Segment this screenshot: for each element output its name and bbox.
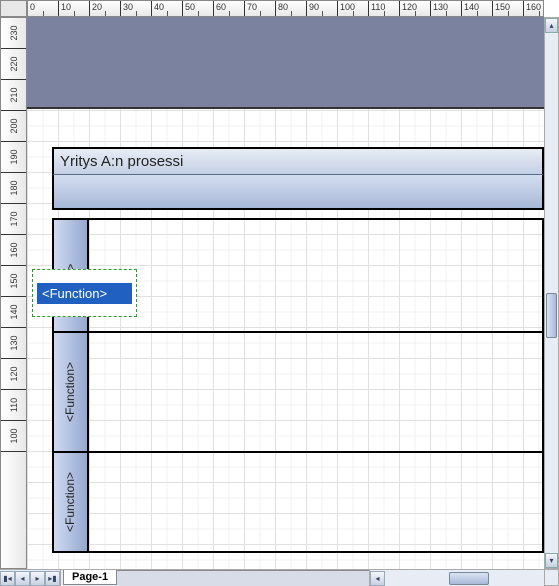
ruler-tick: 140 bbox=[1, 297, 26, 328]
ruler-tick: 190 bbox=[1, 142, 26, 173]
last-page-button[interactable]: ▸▮ bbox=[45, 571, 60, 586]
ruler-tick bbox=[400, 1, 431, 16]
text-edit-input[interactable]: <Function> bbox=[37, 283, 132, 304]
ruler-tick: 110 bbox=[1, 390, 26, 421]
ruler-tick: 210 bbox=[1, 80, 26, 111]
page-margin-band bbox=[27, 17, 544, 109]
ruler-tick: 200 bbox=[1, 111, 26, 142]
first-page-button[interactable]: ▮◂ bbox=[0, 571, 15, 586]
ruler-corner bbox=[0, 0, 27, 17]
ruler-vertical: 2302202102001901801701601501401301201101… bbox=[0, 17, 27, 569]
ruler-tick: 160 bbox=[1, 235, 26, 266]
lane-label-text: <Function> bbox=[64, 472, 78, 532]
swimlane-lane[interactable]: <Function> bbox=[52, 453, 544, 553]
bottom-bar: ▮◂ ◂ ▸ ▸▮ Page-1 ◂ ▸ bbox=[0, 569, 559, 586]
ruler-tick bbox=[28, 1, 59, 16]
horizontal-scroll-track[interactable] bbox=[385, 571, 544, 586]
ruler-horizontal bbox=[27, 0, 544, 17]
ruler-tick bbox=[431, 1, 462, 16]
scroll-left-button[interactable]: ◂ bbox=[370, 571, 385, 586]
ruler-tick bbox=[524, 1, 544, 16]
ruler-tick bbox=[462, 1, 493, 16]
swimlane-lane[interactable]: <Function> bbox=[52, 333, 544, 453]
ruler-tick bbox=[493, 1, 524, 16]
horizontal-scroll-thumb[interactable] bbox=[449, 572, 489, 585]
ruler-tick bbox=[152, 1, 183, 16]
lane-label-text: <Function> bbox=[64, 362, 78, 422]
ruler-tick bbox=[276, 1, 307, 16]
page-nav-buttons: ▮◂ ◂ ▸ ▸▮ bbox=[0, 570, 61, 586]
ruler-tick bbox=[245, 1, 276, 16]
next-page-button[interactable]: ▸ bbox=[30, 571, 45, 586]
swimlane-phase-header[interactable] bbox=[52, 175, 544, 210]
scroll-up-button[interactable]: ▴ bbox=[545, 18, 558, 33]
text-edit-overlay[interactable]: <Function> bbox=[32, 269, 137, 317]
ruler-tick bbox=[214, 1, 245, 16]
horizontal-scrollbar[interactable]: ◂ ▸ bbox=[369, 570, 559, 586]
page-tab[interactable]: Page-1 bbox=[63, 570, 117, 585]
ruler-tick: 180 bbox=[1, 173, 26, 204]
ruler-tick: 130 bbox=[1, 328, 26, 359]
ruler-tick bbox=[90, 1, 121, 16]
ruler-tick: 100 bbox=[1, 421, 26, 452]
ruler-tick: 170 bbox=[1, 204, 26, 235]
ruler-tick: 150 bbox=[1, 266, 26, 297]
scroll-corner bbox=[544, 569, 559, 586]
vertical-scroll-thumb[interactable] bbox=[546, 293, 557, 338]
swimlane-shape[interactable]: Yritys A:n prosessi <F > <Function> <Fun… bbox=[52, 147, 544, 553]
prev-page-button[interactable]: ◂ bbox=[15, 571, 30, 586]
ruler-tick bbox=[59, 1, 90, 16]
scroll-down-button[interactable]: ▾ bbox=[545, 553, 558, 568]
swimlane-title[interactable]: Yritys A:n prosessi bbox=[52, 147, 544, 175]
ruler-tick bbox=[338, 1, 369, 16]
page-tab-strip: Page-1 bbox=[61, 570, 117, 586]
tab-strip-background bbox=[117, 570, 369, 586]
vertical-scrollbar[interactable]: ▴ ▾ bbox=[544, 17, 559, 569]
ruler-tick: 120 bbox=[1, 359, 26, 390]
ruler-tick bbox=[307, 1, 338, 16]
ruler-tick bbox=[369, 1, 400, 16]
ruler-tick: 220 bbox=[1, 49, 26, 80]
ruler-tick bbox=[183, 1, 214, 16]
lane-label[interactable]: <Function> bbox=[54, 453, 89, 551]
ruler-tick bbox=[121, 1, 152, 16]
lane-label[interactable]: <Function> bbox=[54, 333, 89, 451]
ruler-tick: 230 bbox=[1, 18, 26, 49]
canvas-viewport[interactable]: Yritys A:n prosessi <F > <Function> <Fun… bbox=[27, 17, 544, 569]
